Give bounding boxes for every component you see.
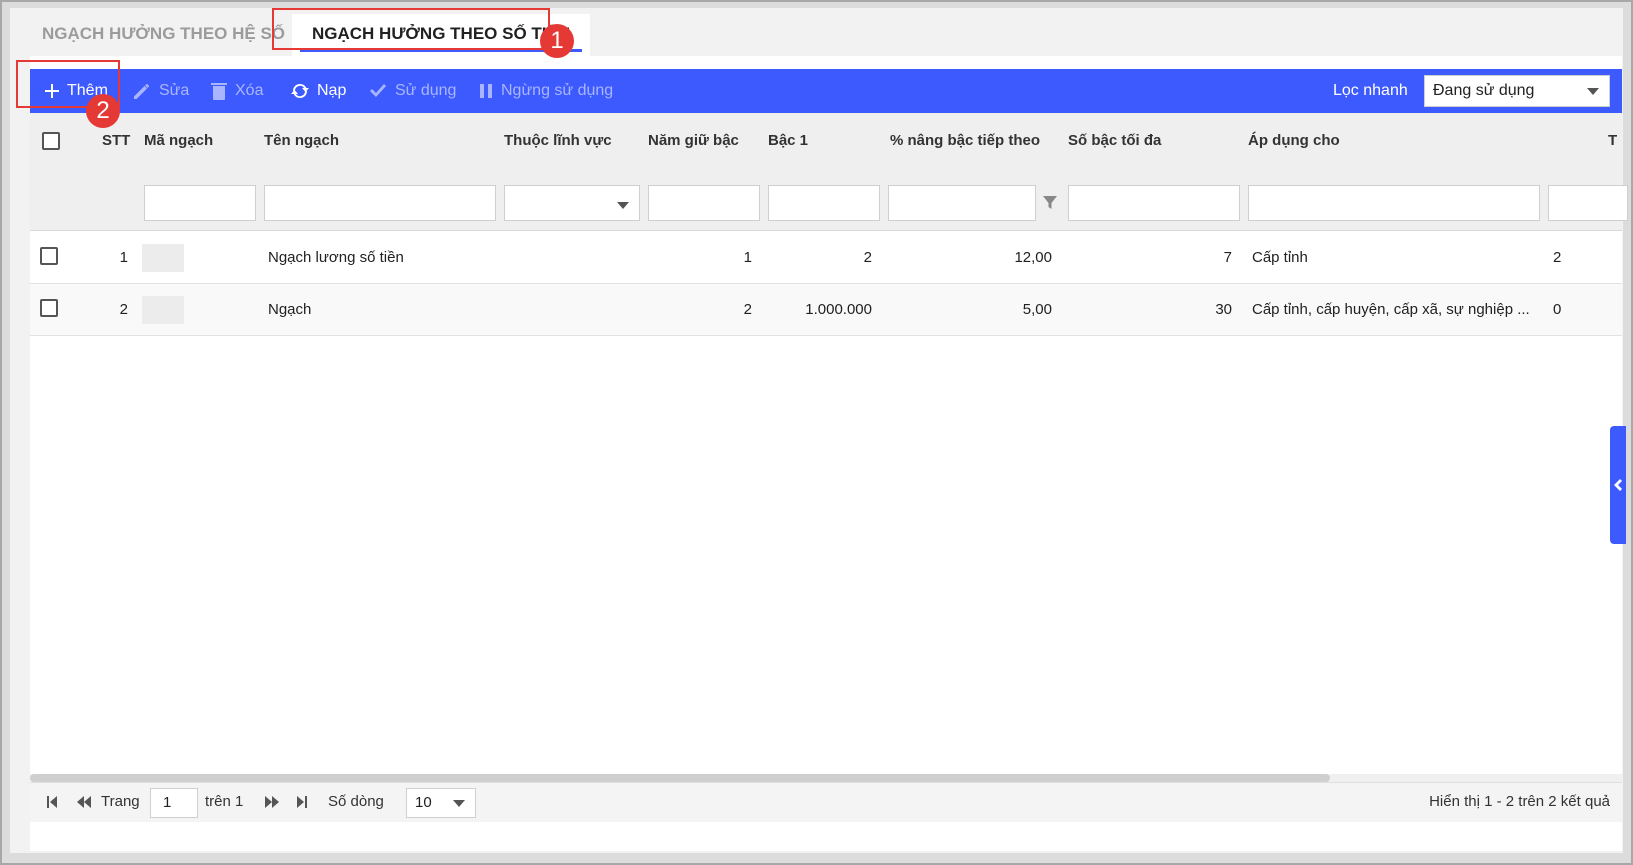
row-years: 2 [743, 301, 752, 318]
grid-header: STT Mã ngạch Tên ngạch Thuộc lĩnh vực Nă… [30, 113, 1628, 231]
tab-coefficient[interactable]: NGẠCH HƯỞNG THEO HỆ SỐ [22, 14, 305, 56]
tab-coefficient-label: NGẠCH HƯỞNG THEO HỆ SỐ [42, 24, 286, 43]
first-page-icon[interactable] [46, 795, 58, 809]
column-header-percent[interactable]: % nâng bậc tiếp theo [890, 113, 1040, 169]
chevron-down-icon [453, 800, 465, 807]
check-icon [370, 84, 386, 97]
reload-button[interactable]: Nạp [290, 69, 346, 113]
next-page-icon[interactable] [264, 795, 280, 809]
chevron-left-icon [1614, 479, 1622, 491]
last-page-icon[interactable] [296, 795, 308, 809]
table-row[interactable]: 2 Ngạch 2 1.000.000 5,00 30 Cấp tỉnh, cấ… [30, 284, 1622, 336]
rows-per-page-select[interactable]: 10 [406, 788, 476, 818]
toolbar: Thêm Sửa Xóa Nạp Sử dụng Ngừng sử dụng L… [30, 69, 1622, 113]
total-pages-label: trên 1 [205, 793, 244, 810]
column-header-years[interactable]: Năm giữ bậc [648, 113, 739, 169]
filter-code-input[interactable] [144, 185, 256, 221]
page-background: NGẠCH HƯỞNG THEO HỆ SỐ NGẠCH HƯỞNG THEO … [10, 8, 1628, 853]
scrollbar-thumb[interactable] [30, 774, 1330, 782]
row-more: 0 [1553, 301, 1562, 318]
row-apply: Cấp tỉnh, cấp huyện, cấp xã, sự nghiệp .… [1252, 301, 1530, 318]
callout-badge-2: 2 [86, 94, 120, 128]
row-stt: 1 [119, 249, 128, 266]
callout-highlight-tab [272, 8, 550, 50]
filter-name-input[interactable] [264, 185, 496, 221]
rows-per-page-value: 10 [415, 794, 432, 811]
column-header-field[interactable]: Thuộc lĩnh vực [504, 113, 612, 169]
window-frame: NGẠCH HƯỞNG THEO HỆ SỐ NGẠCH HƯỞNG THEO … [0, 0, 1633, 865]
use-button[interactable]: Sử dụng [368, 69, 456, 113]
column-header-name[interactable]: Tên ngạch [264, 113, 339, 169]
filter-level1-input[interactable] [768, 185, 880, 221]
row-more: 2 [1553, 249, 1562, 266]
tab-bar: NGẠCH HƯỞNG THEO HỆ SỐ NGẠCH HƯỞNG THEO … [22, 14, 1622, 56]
table-row[interactable]: 1 Ngạch lương số tiền 1 2 12,00 7 Cấp tỉ… [30, 232, 1622, 284]
filter-icon[interactable] [1042, 195, 1058, 211]
filter-percent-input[interactable] [888, 185, 1036, 221]
chevron-down-icon [1587, 88, 1599, 95]
row-apply: Cấp tỉnh [1252, 249, 1308, 266]
row-percent: 5,00 [1022, 301, 1052, 318]
column-header-code[interactable]: Mã ngạch [144, 113, 213, 169]
filter-more-input[interactable] [1548, 185, 1628, 221]
main-panel: Thêm Sửa Xóa Nạp Sử dụng Ngừng sử dụng L… [30, 56, 1628, 851]
row-max-level: 7 [1223, 249, 1232, 266]
filter-field-select[interactable] [504, 185, 640, 221]
reload-button-label: Nạp [317, 82, 347, 99]
delete-button-label: Xóa [235, 82, 264, 99]
column-header-level1[interactable]: Bậc 1 [768, 113, 808, 169]
previous-page-icon[interactable] [76, 795, 92, 809]
row-years: 1 [743, 249, 752, 266]
column-header-more[interactable]: T [1608, 113, 1617, 169]
quick-filter-value: Đang sử dụng [1433, 82, 1535, 99]
page-number-input[interactable]: 1 [150, 788, 198, 818]
quick-filter-label: Lọc nhanh [1333, 82, 1408, 99]
row-name: Ngạch lương số tiền [268, 249, 404, 266]
callout-badge-1: 1 [540, 24, 574, 58]
use-button-label: Sử dụng [395, 82, 457, 99]
row-code-redacted [142, 244, 184, 272]
quick-filter-select[interactable]: Đang sử dụng [1424, 75, 1610, 107]
select-all-checkbox[interactable] [42, 132, 60, 150]
row-name: Ngạch [268, 301, 312, 318]
horizontal-scrollbar[interactable] [30, 774, 1622, 782]
side-panel-toggle[interactable] [1610, 426, 1626, 544]
column-header-max-level[interactable]: Số bậc tối đa [1068, 113, 1161, 169]
row-level1: 2 [863, 249, 872, 266]
row-percent: 12,00 [1014, 249, 1052, 266]
filter-max-level-input[interactable] [1068, 185, 1240, 221]
row-code-redacted [142, 296, 184, 324]
rows-per-page-label: Số dòng [328, 793, 384, 810]
filter-apply-input[interactable] [1248, 185, 1540, 221]
row-level1: 1.000.000 [805, 301, 872, 318]
row-stt: 2 [119, 301, 128, 318]
delete-button[interactable]: Xóa [210, 69, 263, 113]
row-max-level: 30 [1215, 301, 1232, 318]
results-summary: Hiển thị 1 - 2 trên 2 kết quả [1429, 793, 1610, 810]
refresh-icon [291, 84, 309, 98]
edit-button[interactable]: Sửa [132, 69, 189, 113]
stop-using-button-label: Ngừng sử dụng [501, 82, 614, 99]
pause-icon [480, 84, 492, 98]
stop-using-button[interactable]: Ngừng sử dụng [478, 69, 613, 113]
row-checkbox[interactable] [40, 299, 58, 317]
pencil-icon [134, 83, 150, 99]
chevron-down-icon [617, 202, 629, 209]
page-label: Trang [101, 793, 140, 810]
column-header-apply[interactable]: Áp dụng cho [1248, 113, 1340, 169]
edit-button-label: Sửa [159, 82, 190, 99]
pagination-bar: Trang 1 trên 1 Số dòng 10 Hiển thị 1 - 2… [30, 782, 1622, 822]
row-checkbox[interactable] [40, 247, 58, 265]
trash-icon [211, 83, 227, 100]
filter-years-input[interactable] [648, 185, 760, 221]
